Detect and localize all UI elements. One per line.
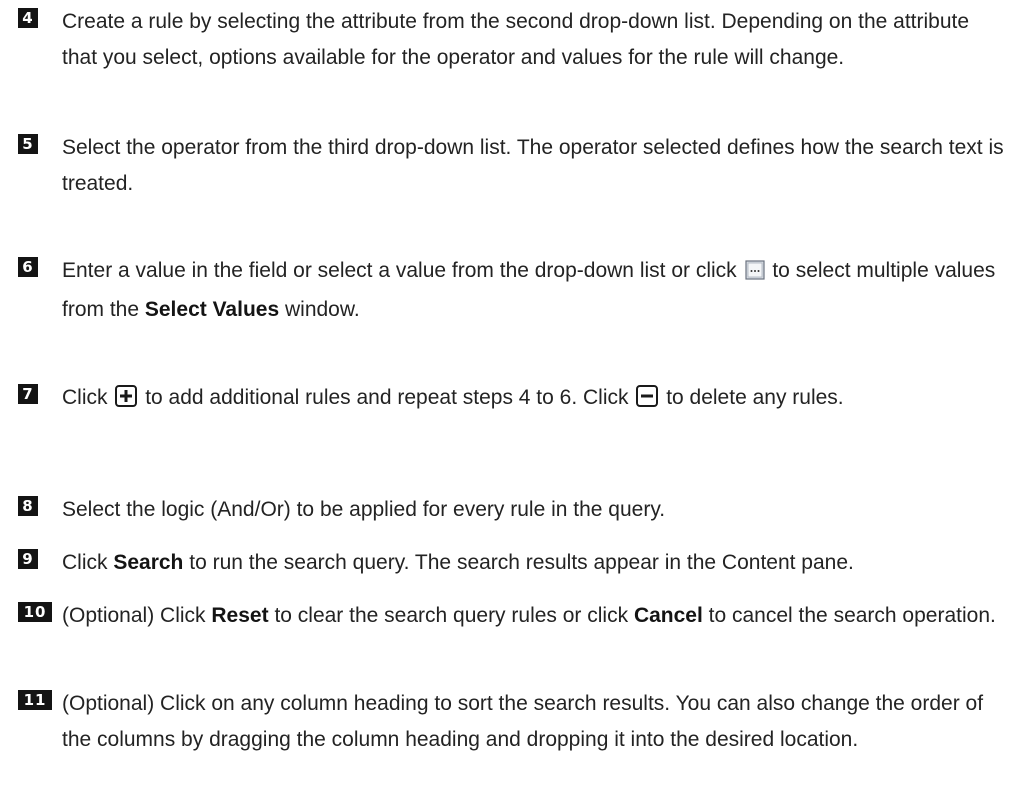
step-text: Enter a value in the field or select a v… [62,253,1008,328]
step-text: Create a rule by selecting the attribute… [62,10,970,69]
step-text-part: (Optional) Click [62,604,206,627]
step-number: 11 [18,690,52,710]
plus-icon[interactable] [115,383,138,419]
step-number: 6 [18,257,38,277]
ui-term-search: Search [113,551,184,574]
step-number: 9 [18,549,38,569]
step-text-part: to clear the search query rules or click [274,604,629,627]
step-5: 5 Select the operator from the third dro… [18,130,1008,202]
minus-icon[interactable] [636,383,659,419]
step-text-part: to cancel the search operation. [708,604,996,627]
step-text: Click Search to run the search query. Th… [62,545,1008,581]
step-11: 11 (Optional) Click on any column headin… [18,686,1008,758]
step-text: (Optional) Click Reset to clear the sear… [62,598,1008,634]
ui-term-reset: Reset [211,604,269,627]
step-10: 10 (Optional) Click Reset to clear the s… [18,598,1008,634]
step-8: 8 Select the logic (And/Or) to be applie… [18,492,1008,528]
step-7: 7 Click to add additional rules and repe… [18,380,1008,419]
step-text: (Optional) Click on any column heading t… [62,692,984,751]
step-number: 10 [18,602,52,622]
step-text: Click to add additional rules and repeat… [62,380,1008,419]
ui-term-select-values: Select Values [144,298,280,321]
step-text-part: window. [284,298,360,321]
step-6: 6 Enter a value in the field or select a… [18,253,1008,328]
step-text-part: Enter a value in the field or select a v… [62,259,737,282]
step-text-part: to delete any rules. [666,386,844,409]
document-page: 4 Create a rule by selecting the attribu… [0,0,1026,792]
step-text: Select the logic (And/Or) to be applied … [62,498,666,521]
step-text-part: to run the search query. The search resu… [189,551,854,574]
ui-term-cancel: Cancel [633,604,703,627]
browse-ellipsis-icon[interactable] [744,256,765,292]
step-text: Select the operator from the third drop-… [62,136,1004,195]
step-number: 4 [18,8,38,28]
step-number: 5 [18,134,38,154]
step-9: 9 Click Search to run the search query. … [18,545,1008,581]
step-text-part: Click [62,386,108,409]
step-4: 4 Create a rule by selecting the attribu… [18,4,1008,76]
step-text-part: Click [62,551,108,574]
step-number: 7 [18,384,38,404]
step-text-part: to add additional rules and repeat steps… [145,386,629,409]
step-number: 8 [18,496,38,516]
